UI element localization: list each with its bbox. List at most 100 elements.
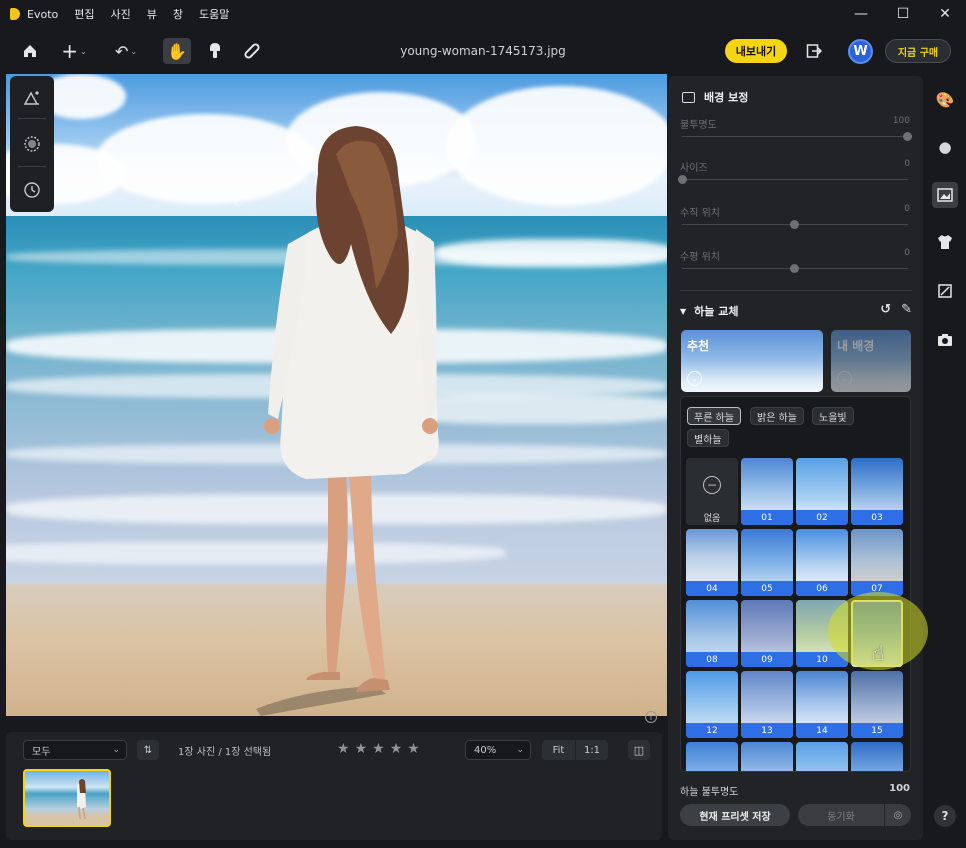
face-icon[interactable]: ●	[932, 134, 958, 160]
menu-item[interactable]: 편집	[74, 8, 94, 21]
sky-tile[interactable]: 05	[741, 529, 793, 596]
sky-tile[interactable]: 07	[851, 529, 903, 596]
sky-tile-label: 09	[741, 652, 793, 667]
blur-circle-icon[interactable]	[22, 134, 42, 154]
background-tool-icon[interactable]	[932, 182, 958, 208]
slider-horizontal[interactable]: 수평 위치 0	[680, 248, 912, 273]
sky-category-chip[interactable]: 푸른 하늘	[687, 407, 741, 425]
clothing-icon[interactable]	[932, 229, 958, 255]
info-icon[interactable]: i	[645, 711, 657, 723]
compare-icon[interactable]: ◫	[628, 740, 650, 760]
sky-tile[interactable]	[796, 742, 848, 771]
chevron-down-icon[interactable]: ⌄	[687, 371, 702, 386]
minimize-icon[interactable]: —	[840, 0, 882, 28]
fit-button[interactable]: Fit	[542, 740, 575, 760]
sky-tile-label: 02	[796, 510, 848, 525]
sky-tile[interactable]: 08	[686, 600, 738, 667]
sky-tile[interactable]	[741, 742, 793, 771]
sky-tile[interactable]: 02	[796, 458, 848, 525]
my-background-tab[interactable]: 내 배경 ⌄	[831, 330, 911, 392]
sky-tile-label: 10	[796, 652, 848, 667]
photo-thumbnail[interactable]	[23, 769, 111, 827]
sky-tile[interactable]: 15	[851, 671, 903, 738]
sky-tile[interactable]: 14	[796, 671, 848, 738]
maximize-icon[interactable]: ☐	[882, 0, 924, 28]
sky-tile[interactable]: 04	[686, 529, 738, 596]
slider-opacity[interactable]: 불투명도 100	[680, 116, 912, 141]
sky-tile[interactable]: 01	[741, 458, 793, 525]
camera-icon[interactable]	[932, 327, 958, 353]
crop-adjust-icon[interactable]	[22, 88, 42, 108]
sky-tile[interactable]	[686, 742, 738, 771]
sky-tile[interactable]	[851, 742, 903, 771]
star-icon[interactable]: ★	[372, 741, 390, 757]
sky-tile[interactable]: 11	[851, 600, 903, 667]
slider-knob[interactable]	[903, 132, 912, 141]
star-rating[interactable]: ★★★★★	[337, 741, 425, 757]
sky-tile[interactable]: 06	[796, 529, 848, 596]
sync-settings-icon[interactable]: ◎	[885, 804, 911, 826]
slider-knob[interactable]	[790, 220, 799, 229]
sync-button[interactable]: 동기화	[798, 804, 884, 826]
sky-category-chip[interactable]: 노을빛	[812, 407, 854, 425]
sort-icon[interactable]: ⇅	[137, 740, 159, 760]
sky-replace-header[interactable]: ▼ 하늘 교체 ↺ ✎	[680, 302, 912, 319]
hand-tool-icon[interactable]: ✋	[163, 38, 191, 64]
collapse-triangle-icon[interactable]: ▼	[680, 307, 686, 316]
reset-icon[interactable]: ↺	[880, 302, 891, 317]
panel-title: 배경 보정	[704, 91, 749, 104]
save-preset-button[interactable]: 현재 프리셋 저장	[680, 804, 790, 826]
sky-tile[interactable]: 09	[741, 600, 793, 667]
star-icon[interactable]: ★	[337, 741, 355, 757]
undo-icon[interactable]: ↶ ⌄	[108, 38, 144, 64]
brush-tool-icon[interactable]	[201, 38, 229, 64]
close-icon[interactable]: ✕	[924, 0, 966, 28]
sky-tile[interactable]: 03	[851, 458, 903, 525]
home-icon[interactable]	[16, 38, 44, 64]
star-icon[interactable]: ★	[355, 741, 373, 757]
add-icon[interactable]: + ⌄	[56, 38, 92, 64]
history-icon[interactable]	[22, 180, 42, 200]
bandage-tool-icon[interactable]	[238, 38, 266, 64]
sky-tile-label: 07	[851, 581, 903, 596]
chevron-down-icon[interactable]: ⌄	[837, 371, 852, 386]
help-icon[interactable]: ?	[934, 805, 956, 827]
menu-item[interactable]: 뷰	[147, 8, 157, 21]
frame-adjust-icon[interactable]	[932, 278, 958, 304]
slider-vertical[interactable]: 수직 위치 0	[680, 204, 912, 229]
menu-item[interactable]: 창	[173, 8, 183, 21]
sky-category-chip[interactable]: 별하늘	[687, 429, 729, 447]
zoom-select[interactable]: 40% ⌄	[465, 740, 531, 760]
sky-tile-label: 05	[741, 581, 793, 596]
slider-value: 0	[904, 159, 910, 169]
one-to-one-button[interactable]: 1:1	[576, 740, 608, 760]
sky-opacity-value: 100	[889, 783, 910, 794]
star-icon[interactable]: ★	[407, 741, 425, 757]
slider-knob[interactable]	[790, 264, 799, 273]
slider-knob[interactable]	[678, 175, 687, 184]
sky-tile[interactable]: 10	[796, 600, 848, 667]
slider-size[interactable]: 사이즈 0	[678, 159, 912, 184]
sky-tile-label: 14	[796, 723, 848, 738]
buy-now-button[interactable]: 지금 구매	[885, 39, 951, 63]
sky-tile-label: 없음	[686, 510, 738, 525]
photo-canvas[interactable]: EVOTO	[6, 74, 667, 716]
recommend-source-tab[interactable]: 추천 ⌄	[681, 330, 823, 392]
filter-select[interactable]: 모두 ⌄	[23, 740, 127, 760]
export-button[interactable]: 내보내기	[725, 39, 787, 63]
filter-value: 모두	[32, 746, 51, 758]
user-avatar[interactable]: W	[848, 39, 873, 64]
sky-category-chip[interactable]: 밝은 하늘	[750, 407, 804, 425]
sky-tile[interactable]: 12	[686, 671, 738, 738]
sky-gallery: 푸른 하늘 밝은 하늘 노을빛 별하늘 − 없음 01 02 03 04 05 06 07 08 09 10 1…	[680, 396, 911, 772]
share-panel-icon[interactable]	[800, 38, 828, 64]
sky-tile[interactable]: 13	[741, 671, 793, 738]
sky-tile-label: 12	[686, 723, 738, 738]
menu-item[interactable]: 도움말	[199, 8, 229, 21]
star-icon[interactable]: ★	[390, 741, 408, 757]
menu-item[interactable]: 사진	[110, 8, 130, 21]
evoto-logo-icon	[10, 8, 20, 20]
palette-icon[interactable]: 🎨	[932, 87, 958, 113]
sky-none-tile[interactable]: − 없음	[686, 458, 738, 525]
magic-wand-icon[interactable]: ✎	[901, 302, 912, 317]
